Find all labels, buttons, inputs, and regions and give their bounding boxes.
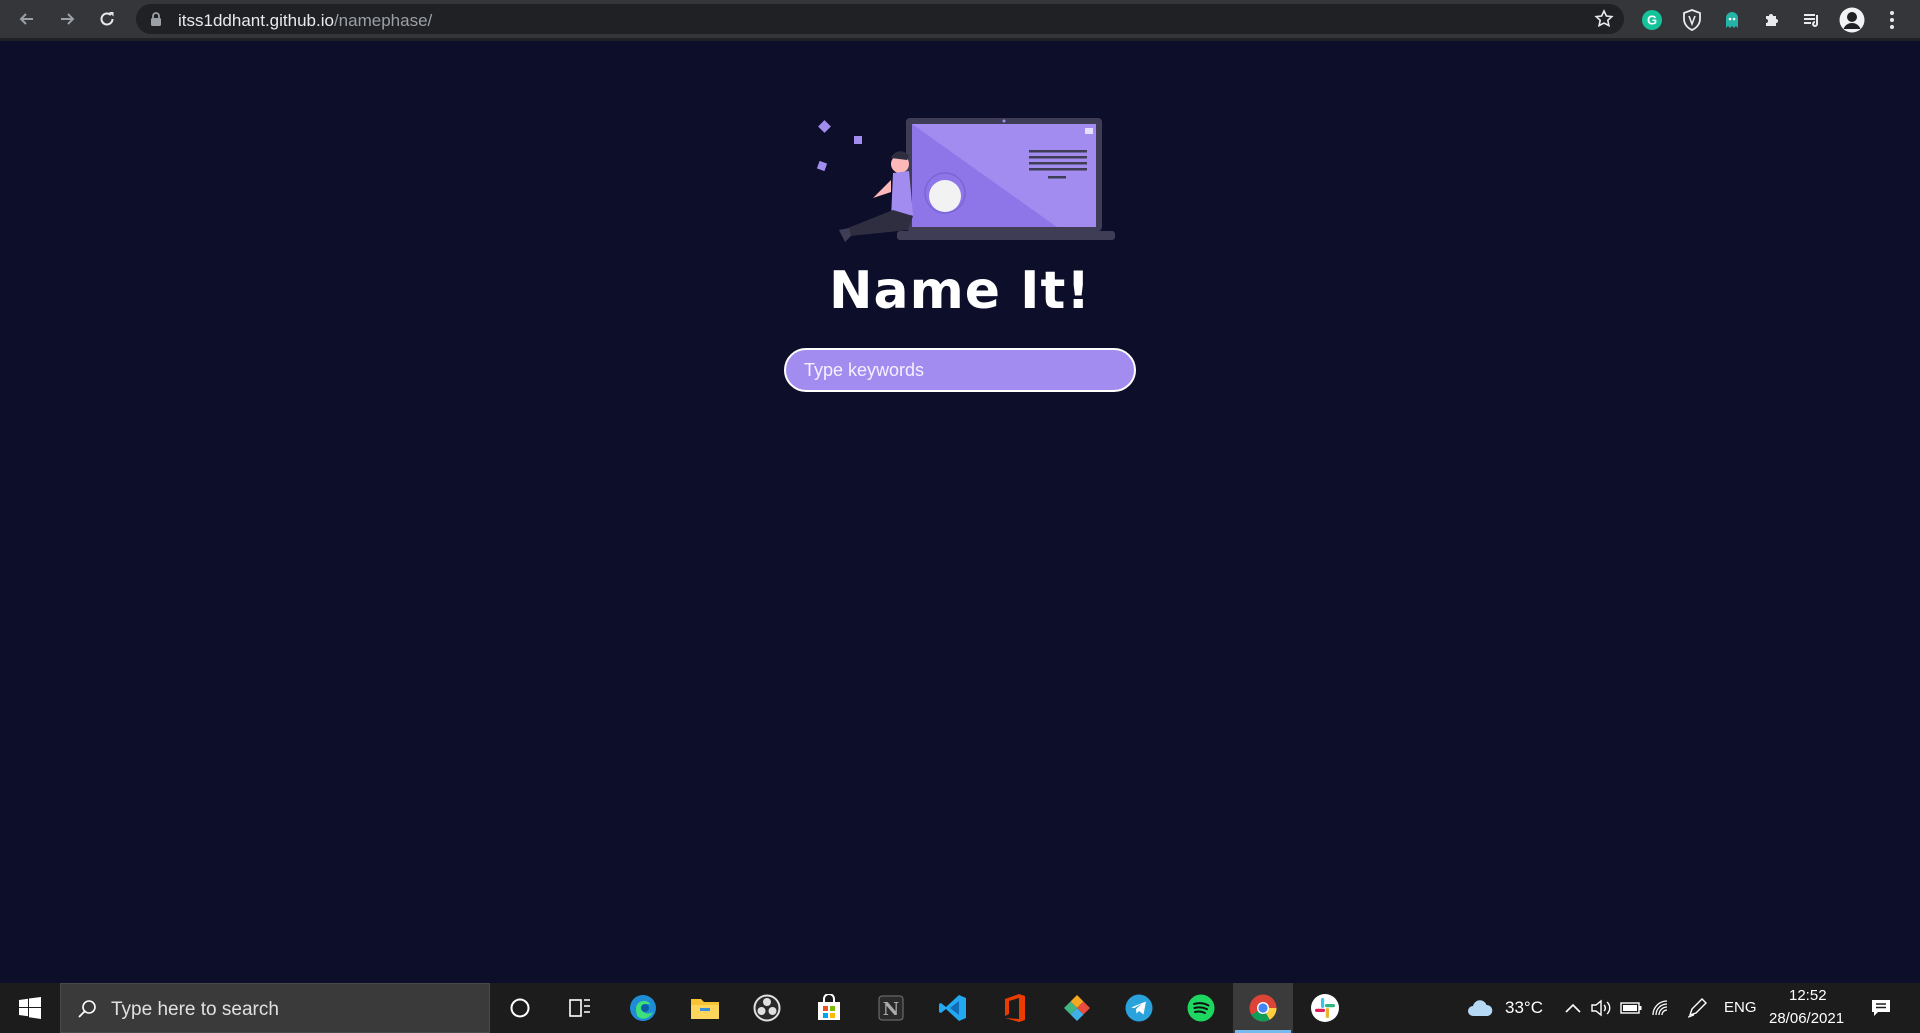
reload-icon	[100, 12, 114, 26]
reading-list-button[interactable]	[1798, 6, 1826, 34]
folder-icon	[691, 999, 719, 1019]
taskbar-search[interactable]: Type here to search	[60, 983, 490, 1033]
file-explorer-app[interactable]	[675, 983, 735, 1033]
input-language[interactable]: ENG	[1724, 999, 1757, 1016]
notification-icon	[1872, 1000, 1890, 1016]
shield-icon	[1683, 9, 1701, 31]
office-app[interactable]	[985, 983, 1045, 1033]
arrow-left-icon	[19, 13, 33, 25]
slack-app[interactable]	[1295, 983, 1355, 1033]
volume-button[interactable]	[1590, 997, 1612, 1019]
url-text: itss1ddhant.github.io/namephase/	[178, 11, 432, 31]
task-view-icon	[569, 999, 590, 1017]
avatar	[1839, 7, 1865, 33]
windows-logo-icon	[19, 997, 41, 1019]
hero-illustration	[816, 118, 1115, 242]
clock-time[interactable]: 12:52	[1789, 987, 1827, 1004]
more-vertical-icon	[1890, 11, 1894, 29]
battery-icon	[1620, 1002, 1642, 1014]
task-view-button[interactable]	[550, 983, 610, 1033]
weather-temperature: 33°C	[1505, 998, 1543, 1017]
arrow-right-icon	[61, 13, 75, 25]
spotify-icon	[1187, 994, 1215, 1022]
telegram-app[interactable]	[1109, 983, 1169, 1033]
profile-button[interactable]	[1838, 6, 1866, 34]
url-host: itss1ddhant.github.io	[178, 11, 334, 30]
notion-icon: N	[878, 995, 904, 1021]
chrome-app[interactable]	[1233, 983, 1293, 1033]
ghost-icon	[1726, 12, 1738, 28]
git-icon	[1064, 995, 1090, 1021]
page-content: Name It!	[0, 41, 1920, 983]
svg-text:G: G	[1647, 13, 1657, 28]
store-app[interactable]	[799, 983, 859, 1033]
address-bar[interactable]: itss1ddhant.github.io/namephase/	[136, 4, 1624, 34]
svg-text:N: N	[883, 999, 899, 1020]
page-title: Name It!	[828, 261, 1092, 321]
search-icon	[78, 1000, 96, 1018]
battery-button[interactable]	[1620, 997, 1642, 1019]
network-button[interactable]	[1650, 997, 1672, 1019]
spotify-app[interactable]	[1171, 983, 1231, 1033]
windows-taskbar: Type here to search N 33°C ENG 12:52 28/…	[0, 983, 1920, 1033]
weather-widget[interactable]	[1466, 997, 1494, 1019]
office-icon	[1005, 994, 1025, 1022]
shield-extension[interactable]	[1678, 6, 1706, 34]
obs-icon	[753, 994, 781, 1022]
store-icon	[818, 994, 840, 1020]
chevron-up-icon	[1565, 1003, 1581, 1013]
bookmark-star-icon[interactable]	[1594, 9, 1614, 29]
url-path: /namephase/	[333, 11, 433, 30]
puzzle-icon	[1766, 14, 1778, 26]
git-app[interactable]	[1047, 983, 1107, 1033]
wifi-icon	[1652, 1000, 1668, 1016]
vscode-icon	[939, 995, 966, 1021]
notion-app[interactable]: N	[861, 983, 921, 1033]
menu-button[interactable]	[1878, 6, 1906, 34]
back-button[interactable]	[10, 2, 44, 36]
taskbar-search-placeholder: Type here to search	[111, 999, 279, 1020]
action-center-button[interactable]	[1868, 997, 1894, 1019]
start-button[interactable]	[0, 983, 60, 1033]
clock-date[interactable]: 28/06/2021	[1769, 1010, 1844, 1027]
cloud-icon	[1468, 1000, 1493, 1016]
browser-toolbar: itss1ddhant.github.io/namephase/ G	[0, 0, 1920, 41]
lock-icon	[151, 12, 161, 26]
cortana-icon	[510, 998, 530, 1018]
vscode-app[interactable]	[923, 983, 983, 1033]
pen-icon	[1687, 998, 1707, 1018]
show-hidden-icons-button[interactable]	[1562, 997, 1584, 1019]
pen-button[interactable]	[1686, 997, 1708, 1019]
cortana-button[interactable]	[490, 983, 550, 1033]
telegram-icon	[1125, 994, 1153, 1022]
slack-icon	[1311, 994, 1339, 1022]
reload-button[interactable]	[90, 2, 124, 36]
forward-button[interactable]	[50, 2, 84, 36]
grammarly-icon: G	[1642, 10, 1662, 30]
extensions-button[interactable]	[1758, 6, 1786, 34]
grammarly-extension[interactable]: G	[1638, 6, 1666, 34]
keyword-search-input[interactable]	[784, 348, 1136, 392]
edge-icon	[630, 995, 656, 1021]
ghostery-extension[interactable]	[1718, 6, 1746, 34]
chrome-icon	[1249, 994, 1277, 1022]
speaker-icon	[1591, 999, 1611, 1017]
playlist-icon	[1804, 14, 1818, 27]
obs-app[interactable]	[737, 983, 797, 1033]
edge-app[interactable]	[613, 983, 673, 1033]
